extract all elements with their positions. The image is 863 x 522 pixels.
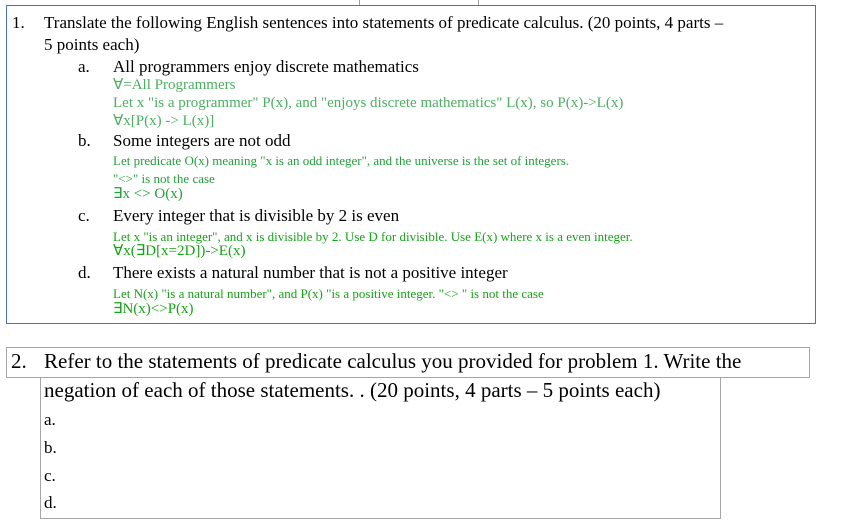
part-d-letter: d. — [78, 263, 91, 282]
question-1-text-line2: 5 points each) — [44, 35, 140, 54]
part-b-answer-line[interactable]: ∃x <> O(x) — [113, 186, 183, 203]
part-b-answer-line[interactable]: "<>" is not the case — [113, 170, 215, 187]
question-1-text-line1: Translate the following English sentence… — [44, 13, 724, 32]
part-b-letter: b. — [78, 131, 91, 150]
part-a-answer-line[interactable]: Let x "is a programmer" P(x), and "enjoy… — [113, 95, 623, 112]
part-d-answer-line[interactable]: Let N(x) "is a natural number", and P(x)… — [113, 285, 544, 302]
part-c-prompt: Every integer that is divisible by 2 is … — [113, 206, 400, 225]
question-2-answer-b[interactable]: b. — [44, 438, 57, 458]
question-2-answer-a[interactable]: a. — [44, 410, 56, 430]
question-2-number: 2. — [11, 349, 27, 373]
question-2-answer-c[interactable]: c. — [44, 466, 56, 486]
part-d-prompt: There exists a natural number that is no… — [113, 263, 508, 282]
question-2-answer-d[interactable]: d. — [44, 493, 57, 513]
part-a-answer-line[interactable]: ∀=All Programmers — [113, 77, 235, 94]
question-2-text-line1: Refer to the statements of predicate cal… — [44, 349, 742, 373]
part-a-prompt: All programmers enjoy discrete mathemati… — [113, 57, 419, 76]
question-1-number: 1. — [12, 13, 25, 32]
part-c-letter: c. — [78, 206, 90, 225]
part-a-letter: a. — [78, 57, 90, 76]
part-a-answer-line[interactable]: ∀x[P(x) -> L(x)] — [113, 113, 214, 130]
part-b-prompt: Some integers are not odd — [113, 131, 291, 150]
question-2-text-line2: negation of each of those statements. . … — [44, 378, 661, 402]
part-c-answer-line[interactable]: ∀x(∃D[x=2D])->E(x) — [113, 243, 245, 260]
part-d-answer-line[interactable]: ∃N(x)<>P(x) — [113, 301, 194, 318]
part-b-answer-line[interactable]: Let predicate O(x) meaning "x is an odd … — [113, 152, 569, 169]
